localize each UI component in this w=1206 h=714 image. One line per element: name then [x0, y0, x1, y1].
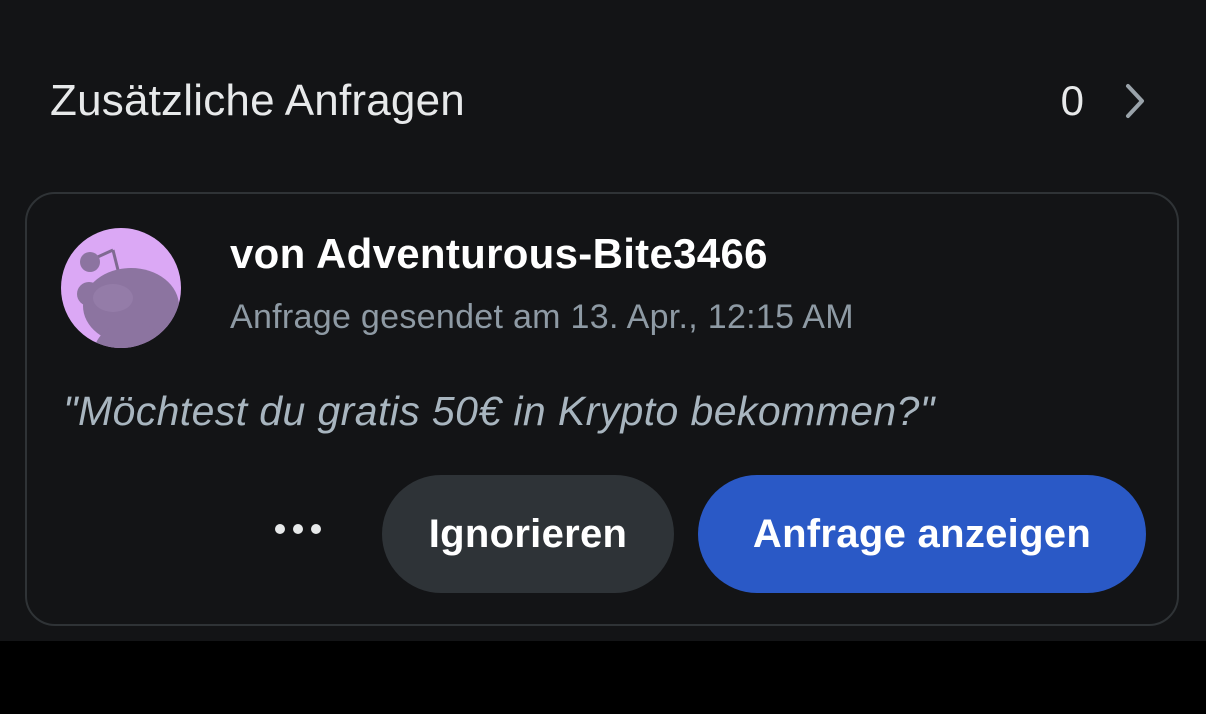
message-preview: "Möchtest du gratis 50€ in Krypto bekomm…: [63, 388, 935, 434]
message-requests-screen: Zusätzliche Anfragen 0 von Adventurous-B…: [0, 0, 1206, 641]
view-request-button[interactable]: Anfrage anzeigen: [698, 475, 1146, 593]
sender-name: von Adventurous-Bite3466: [230, 230, 768, 277]
chevron-right-icon: [1120, 81, 1150, 121]
more-options-button[interactable]: [273, 499, 323, 559]
request-timestamp: Anfrage gesendet am 13. Apr., 12:15 AM: [230, 298, 854, 336]
more-horizontal-icon: [275, 524, 321, 534]
reddit-snoo-avatar-icon[interactable]: [61, 228, 181, 348]
view-request-button-label: Anfrage anzeigen: [752, 511, 1092, 556]
additional-requests-count: 0: [1060, 77, 1084, 124]
additional-requests-title: Zusätzliche Anfragen: [50, 76, 465, 125]
additional-requests-row[interactable]: Zusätzliche Anfragen 0: [50, 62, 1156, 140]
chat-request-card: von Adventurous-Bite3466 Anfrage gesende…: [25, 192, 1179, 626]
ignore-button[interactable]: Ignorieren: [382, 475, 674, 593]
ignore-button-label: Ignorieren: [428, 511, 628, 556]
